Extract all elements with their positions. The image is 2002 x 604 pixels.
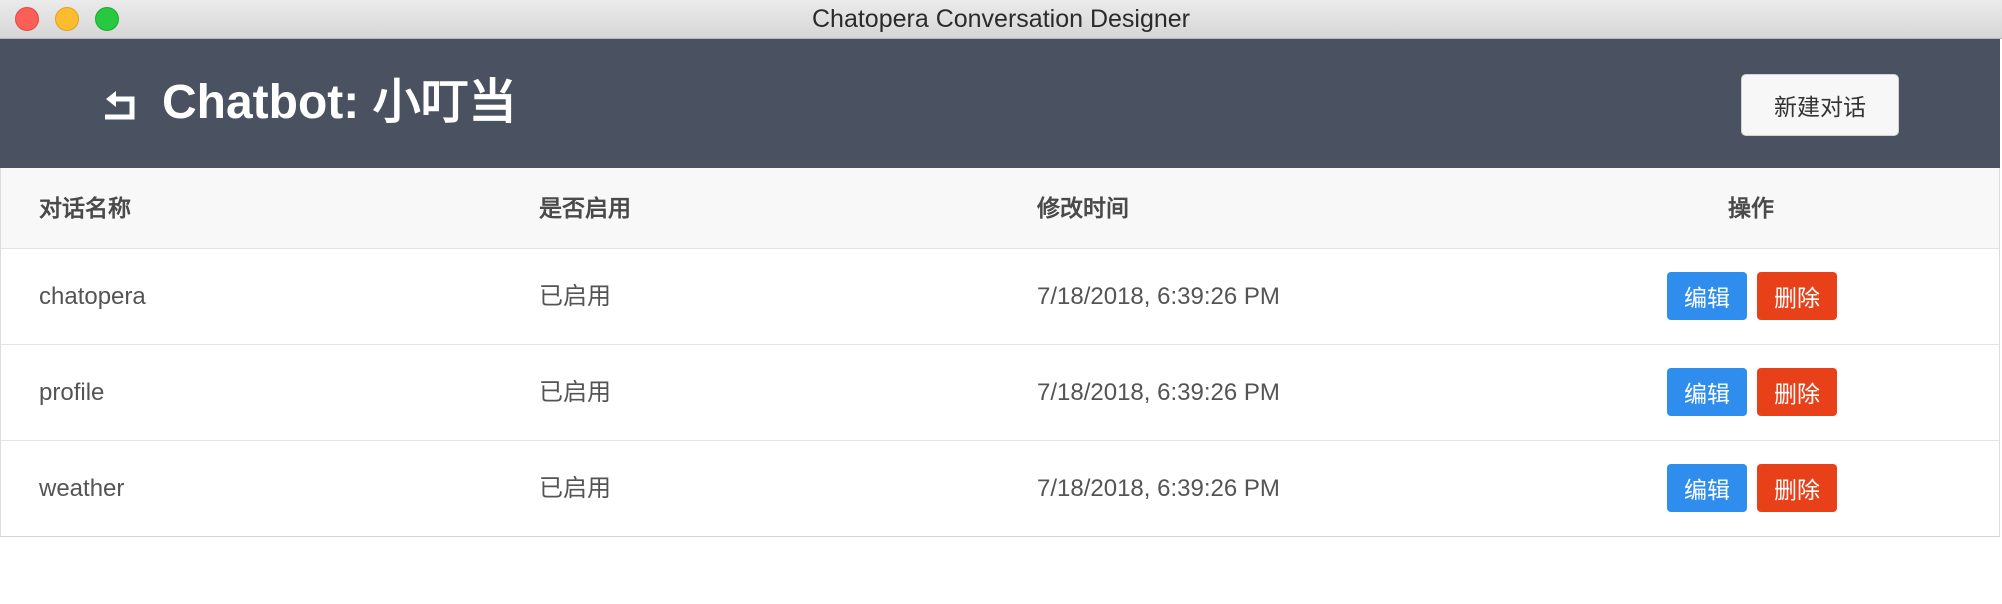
conversation-status: 已启用 [539,475,611,502]
table-row: profile 已启用 7/18/2018, 6:39:26 PM 编辑 删除 [1,345,1999,441]
return-arrow-icon[interactable] [100,85,140,125]
page-header: Chatbot: 小叮当 新建对话 [0,39,2000,168]
table-row: weather 已启用 7/18/2018, 6:39:26 PM 编辑 删除 [1,441,1999,537]
delete-button[interactable]: 删除 [1757,464,1837,512]
edit-button[interactable]: 编辑 [1667,368,1747,416]
column-header-modified: 修改时间 [1037,195,1129,221]
new-conversation-button[interactable]: 新建对话 [1741,74,1899,136]
conversation-name: chatopera [39,283,146,310]
conversation-status: 已启用 [539,283,611,310]
edit-button[interactable]: 编辑 [1667,464,1747,512]
delete-button[interactable]: 删除 [1757,368,1837,416]
conversation-name: weather [39,475,125,502]
window-titlebar: Chatopera Conversation Designer [0,0,2002,39]
conversation-modified-time: 7/18/2018, 6:39:26 PM [1037,475,1280,502]
column-header-enabled: 是否启用 [539,195,631,221]
conversation-modified-time: 7/18/2018, 6:39:26 PM [1037,379,1280,406]
table-row: chatopera 已启用 7/18/2018, 6:39:26 PM 编辑 删… [1,249,1999,345]
conversation-name: profile [39,379,105,406]
delete-button[interactable]: 删除 [1757,272,1837,320]
table-header: 对话名称 是否启用 修改时间 操作 [1,168,1999,249]
edit-button[interactable]: 编辑 [1667,272,1747,320]
conversation-table: 对话名称 是否启用 修改时间 操作 chatopera 已启用 7/18/201… [0,168,2000,537]
page-title: Chatbot: 小叮当 [162,76,517,129]
window-title: Chatopera Conversation Designer [812,5,1190,33]
column-header-actions: 操作 [1728,195,1774,221]
column-header-name: 对话名称 [39,195,131,221]
conversation-modified-time: 7/18/2018, 6:39:26 PM [1037,283,1280,310]
conversation-status: 已启用 [539,379,611,406]
app-window: Chatopera Conversation Designer Chatbot:… [0,0,2002,604]
